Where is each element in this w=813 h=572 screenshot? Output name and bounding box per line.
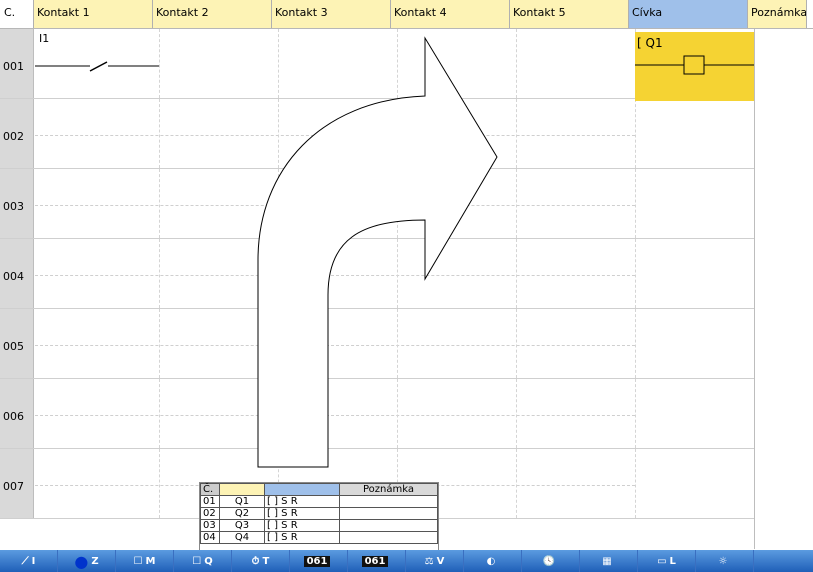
- blue-circle-icon: ●: [74, 551, 89, 571]
- toolbar-q-button[interactable]: ☐ Q: [174, 550, 232, 572]
- lcd-icon: ▭: [657, 555, 667, 567]
- toolbar-compare-button[interactable]: ⚖ V: [406, 550, 464, 572]
- contact-icon: ⟋: [21, 555, 29, 567]
- ladder-row[interactable]: 006: [0, 379, 813, 449]
- toolbar-light-button[interactable]: ☼: [696, 550, 754, 572]
- toolbar-timer-button[interactable]: ⏱ T: [232, 550, 290, 572]
- popup-row[interactable]: 01 Q1[ ] S R: [200, 495, 438, 508]
- light-icon: ☼: [718, 555, 728, 567]
- row-number: 004: [0, 239, 34, 308]
- compare-icon: ⚖: [424, 555, 434, 567]
- header-kontakt-1[interactable]: Kontakt 1: [34, 0, 153, 28]
- ladder-row[interactable]: 002: [0, 99, 813, 169]
- header-kontakt-5[interactable]: Kontakt 5: [510, 0, 629, 28]
- toolbar-z-button[interactable]: ● Z: [58, 550, 116, 572]
- toolbar-m-button[interactable]: ☐ M: [116, 550, 174, 572]
- row-number: 007: [0, 449, 34, 518]
- ladder-grid[interactable]: 001 I1 002 003 004 005 006 007: [0, 29, 813, 519]
- popup-row[interactable]: 04 Q4[ ] S R: [200, 531, 438, 544]
- toolbar-contact-button[interactable]: ⟋ I: [0, 550, 58, 572]
- toolbar-meter-button[interactable]: ◐: [464, 550, 522, 572]
- coil-cell[interactable]: [ Q1: [635, 32, 754, 101]
- header-civka[interactable]: Cívka: [629, 0, 748, 28]
- header-num: C.: [0, 0, 34, 28]
- popup-head-note: Poznámka: [339, 483, 438, 496]
- box-m-icon: ☐: [133, 555, 143, 567]
- toolbar-clock-button[interactable]: 🕓: [522, 550, 580, 572]
- toolbar-counter2-button[interactable]: 061: [348, 550, 406, 572]
- ladder-row[interactable]: 004: [0, 239, 813, 309]
- clock-icon: 🕓: [542, 555, 556, 567]
- display-icon: ▦: [602, 555, 612, 567]
- popup-head-mode: [264, 483, 340, 496]
- header-poznamka[interactable]: Poznámka: [748, 0, 807, 28]
- row-number: 003: [0, 169, 34, 238]
- coil-icon: [635, 55, 754, 75]
- popup-head-name: [219, 483, 265, 496]
- toolbar-counter-button[interactable]: 061: [290, 550, 348, 572]
- header-kontakt-4[interactable]: Kontakt 4: [391, 0, 510, 28]
- header-kontakt-3[interactable]: Kontakt 3: [272, 0, 391, 28]
- counter2-icon: 061: [361, 555, 389, 567]
- note-column[interactable]: [754, 29, 813, 549]
- toolbar-lcd-button[interactable]: ▭ L: [638, 550, 696, 572]
- header-kontakt-2[interactable]: Kontakt 2: [153, 0, 272, 28]
- counter-icon: 061: [303, 555, 331, 567]
- column-header: C. Kontakt 1 Kontakt 2 Kontakt 3 Kontakt…: [0, 0, 813, 29]
- popup-head-num: Č.: [200, 483, 220, 496]
- toolbar-display-button[interactable]: ▦: [580, 550, 638, 572]
- row-number: 001: [0, 29, 34, 98]
- bottom-toolbar: ⟋ I ● Z ☐ M ☐ Q ⏱ T 061 061 ⚖ V ◐ 🕓 ▦ ▭ L ☼: [0, 550, 813, 572]
- ladder-row[interactable]: 005: [0, 309, 813, 379]
- coil-label: [ Q1: [637, 36, 663, 50]
- timer-icon: ⏱: [251, 555, 260, 567]
- row-number: 002: [0, 99, 34, 168]
- popup-row[interactable]: 02 Q2[ ] S R: [200, 507, 438, 520]
- popup-row[interactable]: 03 Q3[ ] S R: [200, 519, 438, 532]
- box-q-icon: ☐: [192, 555, 202, 567]
- row-number: 005: [0, 309, 34, 378]
- row-number: 006: [0, 379, 34, 448]
- output-popup[interactable]: Č. Poznámka 01 Q1[ ] S R 02 Q2[ ] S R 03 Q3…: [199, 482, 439, 552]
- nc-contact-icon[interactable]: [35, 57, 165, 77]
- meter-icon: ◐: [486, 555, 496, 567]
- contact-label: I1: [39, 32, 50, 45]
- ladder-row[interactable]: 003: [0, 169, 813, 239]
